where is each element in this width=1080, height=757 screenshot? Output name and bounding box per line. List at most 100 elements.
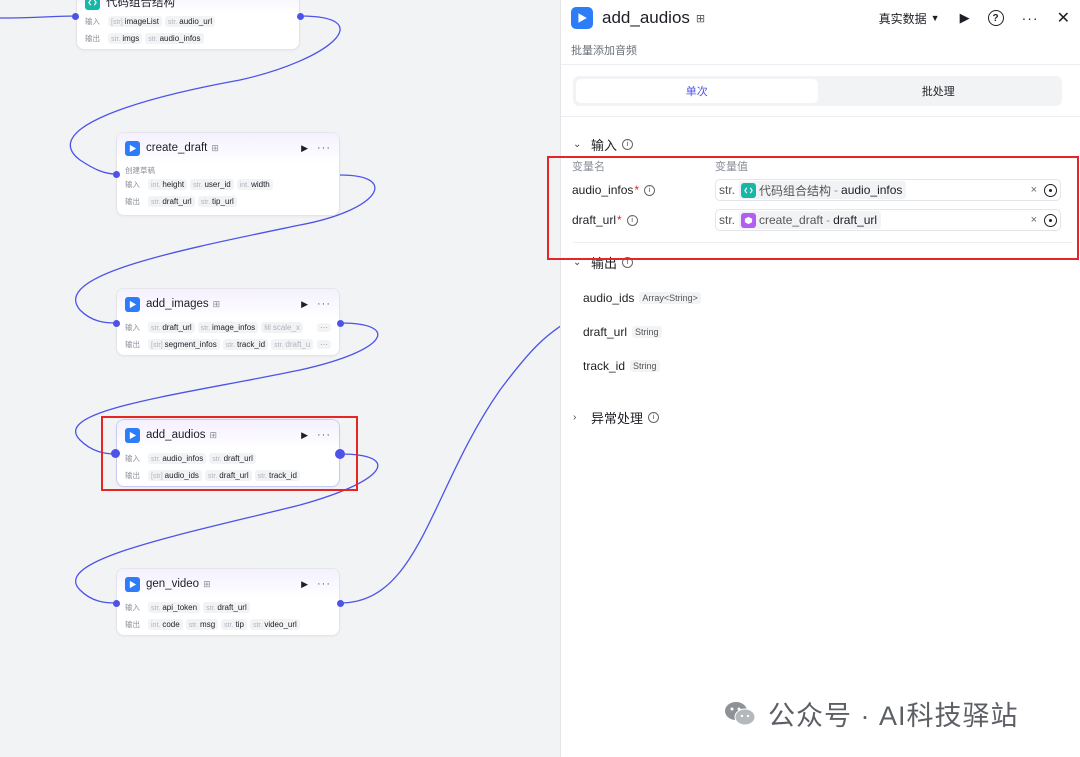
wechat-logo-icon [725,701,756,725]
node-config-panel: add_audios ⊞ 真实数据 ▼ ▶ ? ··· ✕ 批量添加音频 单次 … [560,0,1080,757]
node-output-row: 输出 str. draft_url str. tip_url [117,193,339,210]
info-icon[interactable]: i [648,411,660,423]
output-port[interactable] [335,449,345,459]
input-port[interactable] [72,13,79,20]
error-handling-section-header[interactable]: › 异常处理 i [561,404,1080,430]
workflow-canvas[interactable]: 代码组合结构 输入 [str] imageList str. audio_url 输… [0,0,560,757]
watermark: 公众号 · AI科技驿站 [722,694,1019,733]
output-port[interactable] [297,13,304,20]
node-title: gen_video [146,578,200,590]
node-gen-video[interactable]: gen_video ⊞ ▶ ··· 输入 str. api_token str. d… [116,568,340,636]
clear-icon[interactable]: × [1031,214,1037,226]
node-description: 创建草稿 [125,166,155,175]
variable-select-icon[interactable] [1044,183,1057,197]
node-title: add_images [146,298,209,310]
node-badge-icon: ⊞ [209,429,218,440]
node-add-images[interactable]: add_images ⊞ ▶ ··· 输入 str. draft_url str.… [116,288,340,356]
node-input-row: 输入 str. audio_infos str. draft_url [117,450,339,467]
data-mode-select[interactable]: 真实数据 [879,10,927,27]
row-more-button[interactable]: ··· [317,323,331,332]
divider [561,64,1080,65]
output-row: draft_url String [561,315,1080,349]
row-more-button[interactable]: ··· [317,340,331,349]
node-more-button[interactable]: ··· [317,429,331,441]
input-section-header[interactable]: ⌄ 输入 i [561,131,1080,157]
node-input-row: 输入 [str] imageList str. audio_url [77,13,299,30]
output-section-header[interactable]: ⌄ 输出 i [561,249,1080,275]
input-row-draft-url: draft_url * i str. create_draft - draft_ur… [561,205,1080,235]
panel-subtitle: 批量添加音频 [571,45,637,57]
output-row: track_id String [561,349,1080,383]
plugin-play-icon [125,296,140,312]
node-header: gen_video ⊞ ▶ ··· [117,569,339,599]
node-more-button[interactable]: ··· [317,142,331,154]
node-add-audios[interactable]: add_audios ⊞ ▶ ··· 输入 str. audio_infos st… [116,419,340,487]
input-port[interactable] [113,320,120,327]
edge-entry [0,15,77,19]
input-port[interactable] [111,449,120,458]
info-icon[interactable]: i [626,214,638,226]
title-badge-icon: ⊞ [695,12,706,25]
node-badge-icon: ⊞ [203,578,211,589]
type-badge: String [632,326,662,338]
node-title: create_draft [146,142,208,154]
info-icon[interactable]: i [644,184,656,196]
divider [573,242,1072,243]
plugin-play-icon [571,7,593,29]
chevron-down-icon[interactable]: ⌄ [573,139,585,150]
close-icon[interactable]: ✕ [1057,8,1070,28]
node-input-row: 输入 int. height str. user_id int. width [117,176,339,193]
variable-name: draft_url * i [572,213,715,227]
node-output-row: 输出 [str] audio_ids str. draft_url str. trac… [117,467,339,484]
section-title: 异常处理 [591,410,644,426]
info-icon[interactable]: i [622,138,634,150]
run-button[interactable]: ▶ [960,10,970,26]
tab-batch[interactable]: 批处理 [818,79,1060,103]
input-port[interactable] [113,171,120,178]
output-row: audio_ids Array<String> [561,281,1080,315]
section-title: 输入 [591,137,618,153]
connection-lines [0,15,560,604]
input-column-header: 变量名 变量值 [572,161,748,173]
node-more-button[interactable]: ··· [317,578,331,590]
code-icon [741,182,757,198]
clear-icon[interactable]: × [1031,184,1037,196]
output-port[interactable] [337,600,344,607]
edge-gen-video-to-end [339,325,560,604]
run-node-button[interactable]: ▶ [301,299,308,310]
variable-value-field[interactable]: str. create_draft - draft_url × [715,209,1061,231]
run-node-button[interactable]: ▶ [301,579,308,590]
node-create-draft[interactable]: create_draft ⊞ ▶ ··· 创建草稿 输入 int. height … [116,132,340,216]
more-button[interactable]: ··· [1022,10,1039,26]
chevron-down-icon[interactable]: ⌄ [573,257,585,268]
type-badge: String [630,360,660,372]
reference-chip: 代码组合结构 - audio_infos [739,181,907,199]
node-header: add_audios ⊞ ▶ ··· [117,420,339,450]
variable-name: audio_infos * i [572,183,715,197]
chevron-right-icon[interactable]: › [573,412,585,423]
variable-value-field[interactable]: str. 代码组合结构 - audio_infos × [715,179,1061,201]
code-icon [85,0,100,10]
reference-chip: create_draft - draft_url [739,211,882,229]
node-more-button[interactable]: ··· [317,298,331,310]
caret-down-icon[interactable]: ▼ [931,13,940,23]
plugin-play-icon [125,427,140,443]
node-code-combine[interactable]: 代码组合结构 输入 [str] imageList str. audio_url 输… [76,0,300,50]
input-row-audio-infos: audio_infos * i str. 代码组合结构 - audio_infos … [561,175,1080,205]
info-icon[interactable]: i [622,256,634,268]
node-title: 代码组合结构 [106,0,175,9]
help-icon[interactable]: ? [987,10,1004,26]
run-node-button[interactable]: ▶ [301,143,308,154]
node-output-row: 输出 int. code str. msg str. tip str. video_ur… [117,616,339,633]
tab-single[interactable]: 单次 [576,79,818,103]
divider [561,116,1080,117]
type-badge: Array<String> [639,292,701,304]
plugin-icon [741,212,757,228]
output-port[interactable] [337,320,344,327]
mode-tabs: 单次 批处理 [573,76,1062,106]
variable-select-icon[interactable] [1044,213,1057,227]
node-title: add_audios [146,429,206,441]
node-badge-icon: ⊞ [212,298,221,309]
run-node-button[interactable]: ▶ [301,430,308,441]
input-port[interactable] [113,600,120,607]
